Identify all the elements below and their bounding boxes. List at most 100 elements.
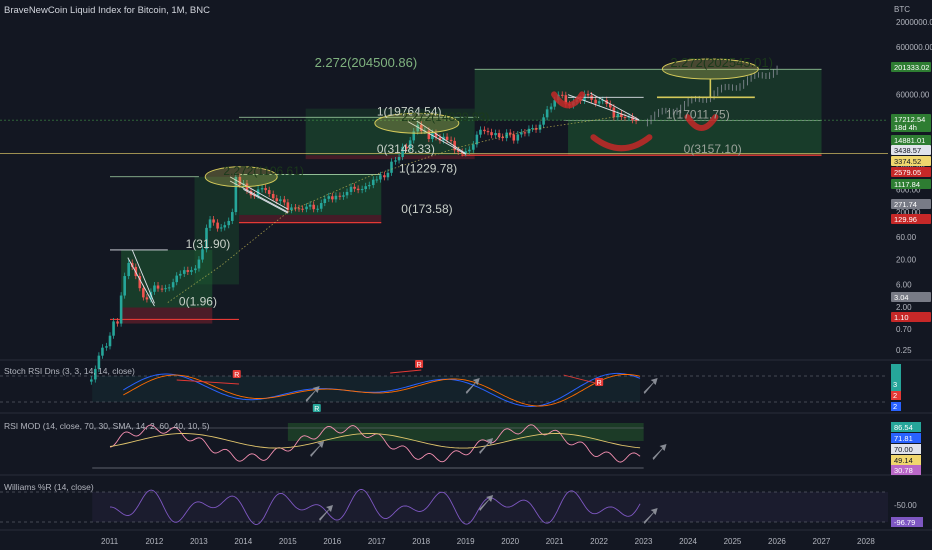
candle-body (101, 347, 104, 356)
price-badge-label: 3438.57 (894, 146, 921, 155)
rsi-badge-label: 30.78 (894, 466, 913, 475)
fib-label-2272-c2: 2.272(1106.61) (223, 164, 304, 178)
candle-body (468, 149, 471, 152)
candle-body (260, 188, 264, 190)
candle-body (379, 175, 382, 180)
candle-body (186, 270, 190, 272)
chart-canvas[interactable]: 2.272(204500.86) 2.272(202545.01)1(19764.… (0, 0, 932, 550)
candle-body (527, 128, 531, 134)
candle-body (271, 193, 275, 199)
willr-badge-label: -96.79 (894, 518, 915, 527)
x-tick-label: 2019 (457, 537, 475, 546)
candle-body (375, 179, 379, 181)
price-tick-label: 6.00 (896, 280, 912, 289)
candle-body (194, 268, 197, 271)
candle-body (190, 270, 193, 272)
stoch-signal-label: R (234, 372, 239, 379)
stoch-signal-label: R (314, 406, 319, 413)
rsi-mod-label: RSI MOD (14, close, 70, 30, SMA, 14, 2, … (4, 421, 210, 431)
rsi-badge-label: 49.14 (894, 456, 913, 465)
candle-body (472, 144, 475, 150)
stoch-rsi-label: Stoch RSI Dns (3, 3, 14, 14, close) (4, 366, 135, 376)
rsi-badge-label: 71.81 (894, 434, 913, 443)
candle-body (367, 185, 371, 187)
candle-body (319, 203, 323, 209)
price-badge-label: 2579.05 (894, 168, 921, 177)
price-badge-label: 271.74 (894, 200, 917, 209)
candle-body (145, 297, 149, 300)
candle-body (545, 109, 549, 118)
stoch-badge-label: 3 (893, 380, 897, 389)
x-tick-label: 2015 (279, 537, 297, 546)
price-tick-label: 60000.00 (896, 90, 930, 99)
x-tick-label: 2024 (679, 537, 697, 546)
x-tick-label: 2028 (857, 537, 875, 546)
candle-body (394, 160, 397, 162)
x-tick-label: 2020 (501, 537, 519, 546)
candle-body (356, 188, 360, 191)
candle-body (105, 346, 108, 348)
price-badge-label: 14881.01 (894, 136, 925, 145)
x-tick-label: 2025 (724, 537, 742, 546)
candle-body (219, 227, 223, 229)
price-badge-label: 1.10 (894, 313, 909, 322)
fib-label-0-c1: 0(1.96) (179, 295, 217, 309)
candle-body (449, 139, 453, 141)
chart-title: BraveNewCoin Liquid Index for Bitcoin, 1… (4, 5, 210, 16)
price-tick-label: 0.25 (896, 346, 912, 355)
x-tick-label: 2013 (190, 537, 208, 546)
stoch-signal-label: R (597, 380, 602, 387)
candle-body (445, 136, 449, 140)
candle-body (160, 288, 164, 290)
candle-body (116, 321, 119, 324)
price-tick-label: 20.00 (896, 256, 917, 265)
candle-body (153, 285, 156, 292)
candle-body (523, 132, 527, 134)
candle-body (212, 219, 215, 223)
candle-body (542, 117, 545, 125)
candle-body (349, 186, 353, 192)
candle-body (494, 133, 497, 136)
x-tick-label: 2021 (546, 537, 564, 546)
candle-body (512, 134, 516, 141)
stoch-badge-label: 2 (893, 402, 897, 411)
candle-body (386, 172, 390, 178)
candle-body (312, 204, 315, 210)
candle-body (108, 335, 112, 347)
candle-body (486, 131, 490, 133)
price-tick-label: 600000.00 (896, 43, 932, 52)
candle-body (119, 295, 123, 324)
candle-body (483, 129, 486, 132)
candle-body (501, 136, 504, 139)
candle-body (327, 196, 331, 199)
candle-body (560, 94, 564, 96)
candle-body (353, 186, 356, 189)
price-badge-label: 129.96 (894, 215, 917, 224)
candle-body (167, 287, 171, 289)
fib-label-2272-top-left: 2.272(204500.86) (315, 55, 418, 70)
candle-body (549, 106, 553, 110)
rsi-badge-label: 86.54 (894, 423, 913, 432)
x-tick-label: 2027 (813, 537, 831, 546)
candle-body (331, 196, 334, 200)
stoch-band (92, 376, 641, 402)
candle-body (156, 285, 160, 289)
candle-body (264, 188, 267, 191)
candle-body (142, 288, 145, 298)
x-tick-label: 2018 (412, 537, 430, 546)
candle-body (323, 198, 327, 204)
candle-body (612, 107, 616, 118)
candle-body (171, 282, 175, 288)
fib-label-0-c4: 0(3157.10) (684, 142, 742, 156)
fib-label-1-c4: 1(17011.75) (666, 107, 730, 121)
chart-stage: 2.272(204500.86) 2.272(202545.01) 1(19764.… (0, 0, 932, 550)
candle-body (538, 124, 542, 130)
candle-body (623, 117, 627, 119)
candle-body (479, 129, 482, 135)
willr-tick-label: -50.00 (894, 501, 917, 510)
fib-label-2272-c3: 2.272(14839.93) (401, 110, 489, 124)
price-tick-label: 2.00 (896, 303, 912, 312)
currency-label: BTC (894, 5, 910, 14)
candle-body (371, 179, 375, 186)
price-tick-label: 2000000.00 (896, 18, 932, 27)
